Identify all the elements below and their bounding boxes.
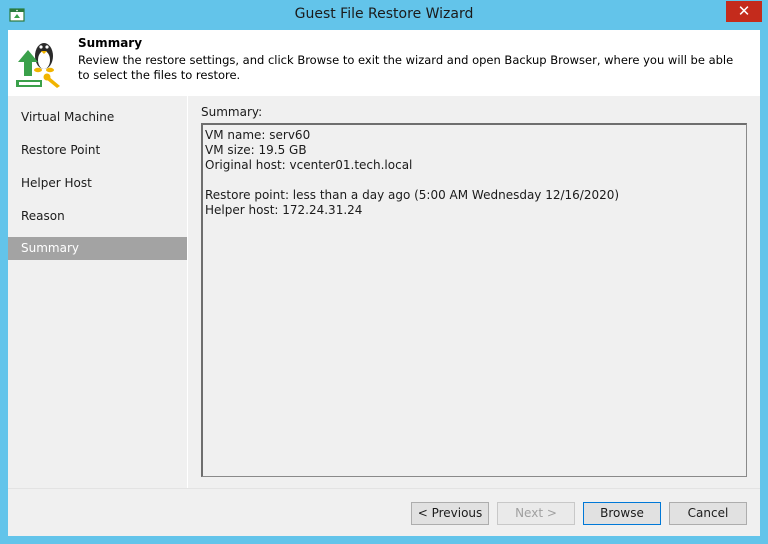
window-title: Guest File Restore Wizard [294, 6, 474, 22]
summary-line-vm-name: VM name: serv60 [205, 128, 311, 142]
nav-item-summary[interactable]: Summary [8, 237, 187, 260]
wizard-window: Guest File Restore Wizard ✕ Summary Revi… [0, 0, 768, 544]
summary-line-restore-point: Restore point: less than a day ago (5:00… [205, 188, 620, 202]
step-description: Review the restore settings, and click B… [78, 53, 734, 82]
summary-line-helper-host: Helper host: 172.24.31.24 [205, 203, 363, 217]
browse-button[interactable]: Browse [583, 502, 661, 525]
nav-item-virtual-machine[interactable]: Virtual Machine [8, 106, 187, 129]
step-title: Summary [78, 36, 143, 50]
cancel-button[interactable]: Cancel [669, 502, 747, 525]
wizard-footer: < Previous Next > Browse Cancel [8, 488, 760, 536]
nav-item-helper-host[interactable]: Helper Host [8, 172, 187, 195]
close-icon: ✕ [737, 2, 751, 20]
summary-label: Summary: [201, 105, 263, 119]
wizard-steps-nav: Virtual Machine Restore Point Helper Hos… [8, 96, 188, 488]
close-button[interactable]: ✕ [726, 1, 762, 22]
summary-panel: Summary: VM name: serv60 VM size: 19.5 G… [189, 96, 760, 488]
linux-penguin-restore-icon [16, 43, 60, 88]
summary-line-vm-size: VM size: 19.5 GB [205, 143, 307, 157]
next-button[interactable]: Next > [497, 502, 575, 525]
wizard-client-area: Summary Review the restore settings, and… [8, 30, 760, 536]
summary-line-blank [205, 173, 744, 188]
title-bar[interactable]: Guest File Restore Wizard ✕ [0, 0, 768, 30]
summary-textbox[interactable]: VM name: serv60 VM size: 19.5 GB Origina… [201, 123, 747, 477]
previous-button[interactable]: < Previous [411, 502, 489, 525]
nav-item-restore-point[interactable]: Restore Point [8, 139, 187, 162]
step-header: Summary Review the restore settings, and… [8, 30, 760, 96]
summary-line-original-host: Original host: vcenter01.tech.local [205, 158, 413, 172]
nav-item-reason[interactable]: Reason [8, 205, 187, 228]
